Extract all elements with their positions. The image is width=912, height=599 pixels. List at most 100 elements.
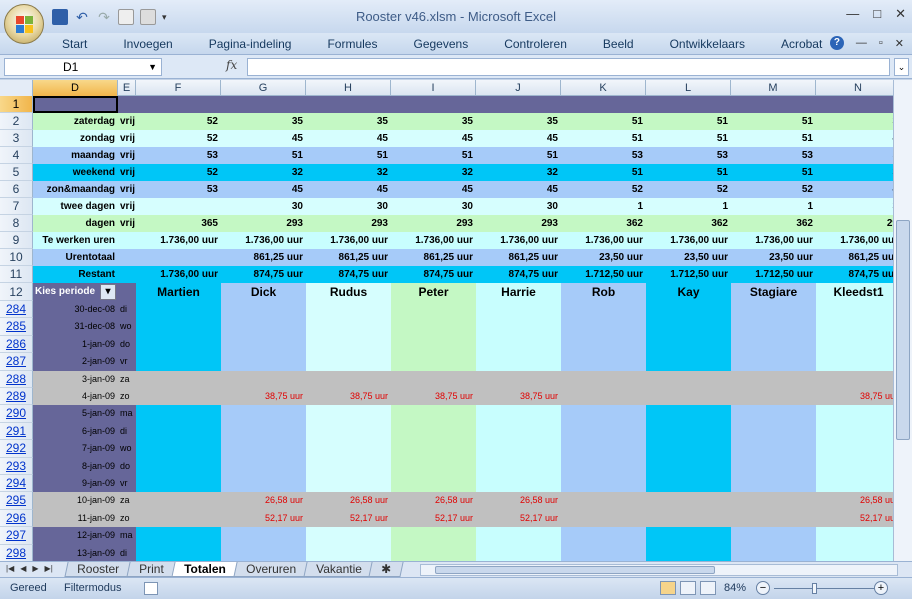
hours-cell[interactable] — [731, 492, 816, 510]
summary-cell[interactable]: 51 — [561, 130, 646, 147]
summary-cell[interactable]: 23,50 uur — [561, 249, 646, 266]
zoom-in-icon[interactable]: + — [874, 581, 888, 595]
summary-cell[interactable]: 23,50 uur — [731, 249, 816, 266]
employee-name[interactable]: Peter — [391, 283, 476, 301]
summary-cell[interactable]: 45 — [221, 130, 306, 147]
column-header[interactable]: N — [816, 80, 893, 96]
hours-cell[interactable] — [561, 475, 646, 493]
summary-cell[interactable]: 1.736,00 uur — [561, 232, 646, 249]
hours-cell[interactable] — [476, 475, 561, 493]
summary-cell[interactable]: 362 — [731, 215, 816, 232]
row-header[interactable]: 6 — [0, 181, 33, 198]
ribbon-tab[interactable]: Acrobat — [781, 37, 822, 51]
summary-cell[interactable]: 52 — [136, 130, 221, 147]
summary-cell[interactable]: 32 — [221, 164, 306, 181]
sheet-tab[interactable]: Print — [126, 562, 177, 577]
hours-cell[interactable]: 26,58 uur — [306, 492, 391, 510]
ribbon-tab[interactable]: Invoegen — [123, 37, 172, 51]
employee-name[interactable]: Rob — [561, 283, 646, 301]
hours-cell[interactable] — [391, 544, 476, 561]
hours-cell[interactable] — [646, 544, 731, 561]
hours-cell[interactable] — [646, 440, 731, 458]
summary-cell[interactable]: 53 — [646, 147, 731, 164]
summary-cell[interactable]: 1.736,00 uur — [306, 232, 391, 249]
hours-cell[interactable] — [221, 544, 306, 561]
hours-cell[interactable] — [221, 353, 306, 371]
row-header[interactable]: 7 — [0, 198, 33, 215]
summary-cell[interactable]: 52 — [136, 164, 221, 181]
summary-cell[interactable]: 32 — [306, 164, 391, 181]
summary-cell[interactable]: 3 — [816, 164, 893, 181]
hours-cell[interactable] — [646, 527, 731, 545]
employee-name[interactable]: Kay — [646, 283, 731, 301]
hours-cell[interactable] — [561, 457, 646, 475]
row-header[interactable]: 294 — [0, 475, 33, 493]
row-header[interactable]: 295 — [0, 492, 33, 510]
hours-cell[interactable] — [561, 335, 646, 354]
column-header[interactable]: M — [731, 80, 816, 96]
row-header[interactable]: 11 — [0, 266, 33, 283]
hours-cell[interactable] — [306, 457, 391, 475]
summary-cell[interactable]: 1 — [731, 198, 816, 215]
summary-cell[interactable]: 23,50 uur — [646, 249, 731, 266]
hours-cell[interactable] — [646, 492, 731, 510]
summary-cell[interactable]: 51 — [476, 147, 561, 164]
column-header[interactable]: E — [118, 80, 136, 96]
summary-cell[interactable]: 51 — [221, 147, 306, 164]
sheet-tab[interactable]: Totalen — [171, 562, 239, 577]
column-header[interactable]: L — [646, 80, 731, 96]
hours-cell[interactable] — [306, 475, 391, 493]
hours-cell[interactable] — [136, 492, 221, 510]
summary-cell[interactable]: 362 — [646, 215, 731, 232]
hours-cell[interactable] — [221, 405, 306, 423]
hours-cell[interactable] — [136, 301, 221, 319]
hours-cell[interactable] — [221, 301, 306, 319]
hours-cell[interactable] — [816, 335, 893, 354]
hours-cell[interactable] — [391, 353, 476, 371]
summary-cell[interactable]: 293 — [221, 215, 306, 232]
summary-cell[interactable]: 52 — [646, 181, 731, 198]
summary-cell[interactable]: 293 — [306, 215, 391, 232]
summary-cell[interactable]: 45 — [221, 181, 306, 198]
hours-cell[interactable] — [646, 335, 731, 354]
row-header[interactable]: 296 — [0, 509, 33, 528]
hours-cell[interactable] — [476, 457, 561, 475]
summary-cell[interactable]: 51 — [731, 130, 816, 147]
ribbon-tab[interactable]: Ontwikkelaars — [670, 37, 745, 51]
employee-name[interactable]: Stagiare — [731, 283, 816, 301]
summary-cell[interactable]: 3 — [816, 198, 893, 215]
maximize-icon[interactable]: □ — [873, 6, 881, 22]
hours-cell[interactable] — [136, 509, 221, 528]
hours-cell[interactable] — [136, 388, 221, 406]
hours-cell[interactable] — [306, 353, 391, 371]
hours-cell[interactable] — [221, 318, 306, 336]
horizontal-scrollbar[interactable] — [420, 564, 898, 576]
hours-cell[interactable] — [221, 457, 306, 475]
summary-cell[interactable]: 1.712,50 uur — [646, 266, 731, 283]
summary-cell[interactable]: 1.736,00 uur — [731, 232, 816, 249]
summary-cell[interactable]: 51 — [391, 147, 476, 164]
zoom-level[interactable]: 84% — [724, 582, 746, 594]
sheet-tab[interactable]: Rooster — [64, 562, 132, 577]
summary-cell[interactable]: 32 — [476, 164, 561, 181]
row-header[interactable]: 1 — [0, 96, 33, 113]
hours-cell[interactable] — [561, 318, 646, 336]
summary-cell[interactable]: 861,25 uur — [391, 249, 476, 266]
hours-cell[interactable] — [136, 370, 221, 388]
hours-cell[interactable] — [731, 422, 816, 441]
row-header[interactable]: 291 — [0, 422, 33, 441]
employee-name[interactable]: Rudus — [306, 283, 391, 301]
hours-cell[interactable]: 38,75 uur — [221, 388, 306, 406]
hours-cell[interactable]: 52,17 uur — [816, 509, 893, 528]
hours-cell[interactable] — [136, 544, 221, 561]
summary-cell[interactable]: 53 — [136, 181, 221, 198]
summary-cell[interactable]: 4 — [816, 181, 893, 198]
summary-cell[interactable]: 35 — [306, 113, 391, 130]
hours-cell[interactable] — [731, 475, 816, 493]
hours-cell[interactable]: 52,17 uur — [306, 509, 391, 528]
row-header[interactable]: 2 — [0, 113, 33, 130]
summary-cell[interactable]: 874,75 uur — [476, 266, 561, 283]
hours-cell[interactable] — [221, 440, 306, 458]
summary-cell[interactable]: 861,25 uur — [221, 249, 306, 266]
hours-cell[interactable] — [731, 318, 816, 336]
